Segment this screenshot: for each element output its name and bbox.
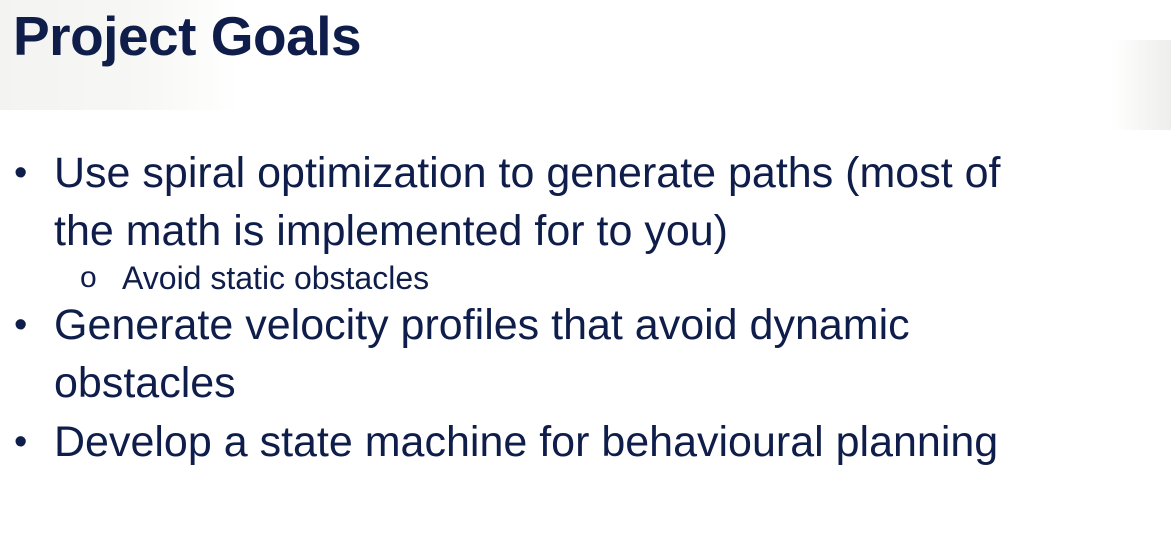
sub-bullet-circle-icon: o <box>80 261 97 294</box>
bullet-text-line-1: Use spiral optimization to generate path… <box>54 149 1001 197</box>
bullet-list: • Use spiral optimization to generate pa… <box>0 144 1171 471</box>
bullet-text-line-2: obstacles <box>54 359 236 407</box>
slide-title: Project Goals <box>13 5 362 67</box>
bullet-item-spiral-optimization: • Use spiral optimization to generate pa… <box>0 144 1134 260</box>
bullet-dot-icon: • <box>14 421 28 463</box>
bullet-dot-icon: • <box>14 152 28 194</box>
sub-bullet-text: Avoid static obstacles <box>122 260 430 296</box>
slide: Project Goals • Use spiral optimization … <box>0 0 1171 536</box>
bullet-text-line-1: Generate velocity profiles that avoid dy… <box>54 301 910 349</box>
bullet-dot-icon: • <box>14 304 28 346</box>
bullet-text-line-2: the math is implemented for to you) <box>54 207 728 255</box>
bullet-text-line-1: Develop a state machine for behavioural … <box>54 418 999 466</box>
edge-background-shade <box>1111 40 1171 130</box>
bullet-item-state-machine: • Develop a state machine for behavioura… <box>0 413 1134 471</box>
sub-bullet-item-avoid-static: o Avoid static obstacles <box>0 258 1171 298</box>
bullet-item-velocity-profiles: • Generate velocity profiles that avoid … <box>0 296 1134 412</box>
